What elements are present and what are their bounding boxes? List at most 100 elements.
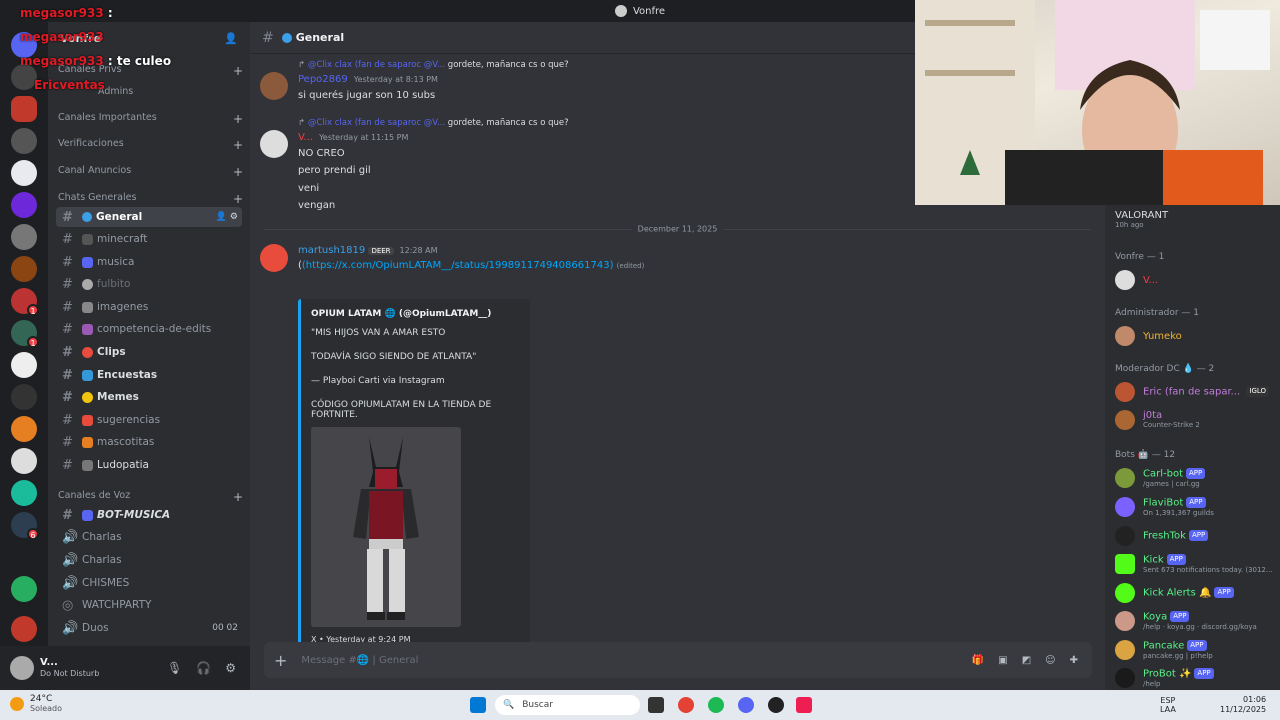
member-item[interactable]: FreshTok APP (1115, 526, 1275, 546)
channel-imagenes[interactable]: # imagenes (56, 297, 242, 317)
server-icon[interactable]: 1 (11, 288, 39, 316)
window-title: Vonfre (632, 5, 666, 17)
member-item[interactable]: Carl-bot APP/games | carl.gg (1115, 468, 1275, 489)
server-icon[interactable] (11, 224, 37, 250)
server-icon[interactable] (11, 192, 37, 218)
clock[interactable]: 01:06 11/12/2025 (1220, 695, 1266, 715)
server-icon[interactable] (11, 256, 37, 282)
member-group: Vonfre — 1 (1115, 252, 1165, 262)
embed-image[interactable] (311, 427, 461, 627)
channel-sidebar: Vonfre 👤 Canales Privs + Admins Canales I… (48, 22, 250, 646)
channel-bot-musica[interactable]: # BOT-MUSICA (56, 505, 242, 525)
message-text: veni (298, 183, 320, 194)
server-icon[interactable] (11, 416, 37, 442)
channel-general[interactable]: # General 👤 ⚙ (56, 207, 242, 227)
channel-fulbito[interactable]: # fulbito (56, 274, 242, 294)
spotify-icon[interactable] (708, 697, 724, 713)
member-item[interactable]: V... (1115, 270, 1275, 290)
member-item[interactable]: Kick Alerts 🔔 APP (1115, 583, 1275, 603)
category-importantes[interactable]: Canales Importantes + (58, 112, 243, 126)
server-icon[interactable] (11, 128, 37, 154)
gear-icon[interactable]: ⚙ (225, 661, 236, 675)
voice-charlas-1[interactable]: 🔊 Charlas (56, 527, 242, 547)
tiktok-icon[interactable] (796, 697, 812, 713)
stream-chat-line: Ericventas (34, 78, 105, 92)
apps-icon[interactable]: ✚ (1070, 655, 1078, 666)
gift-icon[interactable]: 🎁 (972, 655, 984, 666)
obs-icon[interactable] (768, 697, 784, 713)
reply-preview[interactable]: ↱ @Clix clax (fan de saparoc @V... gorde… (298, 60, 569, 70)
category-voz[interactable]: Canales de Voz + (58, 490, 243, 504)
start-icon[interactable] (470, 697, 486, 713)
headphones-icon[interactable]: 🎧 (196, 661, 211, 675)
category-chats-generales[interactable]: Chats Generales + (58, 192, 243, 206)
message-text: pero prendi gil (298, 165, 371, 176)
avatar[interactable] (10, 656, 34, 680)
server-icon[interactable] (11, 576, 37, 602)
member-item[interactable]: Koya APP/help · koya.gg · discord.gg/koya (1115, 611, 1275, 632)
channel-competencia-de-edits[interactable]: # competencia-de-edits (56, 319, 242, 339)
weather-widget[interactable]: 24°C Soleado (10, 694, 62, 714)
plus-icon[interactable]: + (274, 651, 287, 670)
server-icon[interactable] (11, 384, 37, 410)
mic-icon[interactable]: 🎙 (167, 661, 182, 675)
avatar[interactable] (260, 130, 288, 158)
message-author[interactable]: V... Yesterday at 11:15 PM (298, 132, 408, 143)
member-item[interactable]: FlaviBot APP On 1,391,367 guilds (1115, 497, 1275, 518)
avatar[interactable] (260, 72, 288, 100)
message-author[interactable]: Pepo2869 Yesterday at 8:13 PM (298, 74, 438, 85)
member-activity[interactable]: VALORANT 10h ago (1115, 210, 1275, 230)
voice-charlas-2[interactable]: 🔊 Charlas (56, 550, 242, 570)
stream-chat-line: megasor933 : te culeo (20, 54, 172, 68)
message-author[interactable]: martush1819 DEER 12:28 AM (298, 245, 438, 256)
channel-musica[interactable]: # musica (56, 252, 242, 272)
embed-title[interactable]: OPIUM LATAM 🌐 (@OpiumLATAM__) (311, 309, 491, 319)
server-icon[interactable]: 6 (11, 512, 39, 540)
reply-preview[interactable]: ↱ @Clix clax (fan de saparoc @V... gorde… (298, 118, 569, 128)
channel-sugerencias[interactable]: # sugerencias (56, 410, 242, 430)
channel-encuestas[interactable]: # Encuestas (56, 365, 242, 385)
language-indicator[interactable]: ESP LAA (1160, 696, 1176, 714)
server-icon[interactable]: 1 (11, 320, 39, 348)
member-item[interactable]: Pancake APP pancake.gg | p!help (1115, 640, 1275, 661)
discord-icon[interactable] (738, 697, 754, 713)
server-icon[interactable] (11, 160, 37, 186)
channel-ludopatia[interactable]: # Ludopatia (56, 455, 242, 475)
member-item[interactable]: Eric (fan de sapar... IGLO (1115, 382, 1275, 402)
member-item[interactable]: Kick APP Sent 673 notifications today. (30… (1115, 554, 1275, 575)
member-item[interactable]: Yumeko (1115, 326, 1275, 346)
server-icon[interactable] (11, 96, 37, 122)
message-composer[interactable]: + Message #🌐 | General 🎁 ▣ ◩ ☺ ✚ (264, 642, 1092, 678)
gif-icon[interactable]: ▣ (998, 655, 1007, 666)
member-item[interactable]: j0ta Counter-Strike 2 (1115, 410, 1275, 430)
search-icon: 🔍 (503, 700, 515, 710)
avatar[interactable] (260, 244, 288, 272)
channel-clips[interactable]: # Clips (56, 342, 242, 362)
server-icon[interactable] (11, 480, 37, 506)
embed-text: CÓDIGO OPIUMLATAM EN LA TIENDA DE FORTNI… (311, 400, 492, 420)
channel-minecraft[interactable]: # minecraft (56, 229, 242, 249)
file-explorer-icon[interactable] (648, 697, 664, 713)
voice-watchparty[interactable]: ◎ WATCHPARTY (56, 595, 242, 615)
server-icon[interactable] (11, 616, 37, 642)
channel-mascotitas[interactable]: # mascotitas (56, 432, 242, 452)
server-icon[interactable] (11, 352, 37, 378)
search-box[interactable]: 🔍 Buscar (495, 695, 640, 715)
category-anuncios[interactable]: Canal Anuncios + (58, 165, 243, 179)
emoji-icon[interactable]: ☺ (1045, 655, 1055, 666)
message-input[interactable]: Message #🌐 | General (301, 655, 418, 666)
message-text: vengan (298, 200, 336, 211)
add-member-icon[interactable]: 👤 (224, 32, 238, 45)
server-icon[interactable] (11, 448, 37, 474)
channel-title: General (295, 31, 345, 44)
voice-duos[interactable]: 🔊 Duos 00 02 (56, 618, 242, 638)
chrome-icon[interactable] (678, 697, 694, 713)
member-item[interactable]: ProBot ✨ APP/help (1115, 668, 1275, 689)
voice-chismes[interactable]: 🔊 CHISMES (56, 573, 242, 593)
member-group: Administrador — 1 (1115, 308, 1199, 318)
channel-memes[interactable]: # Memes (56, 387, 242, 407)
category-verificaciones[interactable]: Verificaciones + (58, 138, 243, 152)
server-rail: 1 1 6 (0, 22, 48, 690)
sticker-icon[interactable]: ◩ (1022, 655, 1031, 666)
message-link[interactable]: ((https://x.com/OpiumLATAM__/status/1998… (298, 260, 644, 271)
